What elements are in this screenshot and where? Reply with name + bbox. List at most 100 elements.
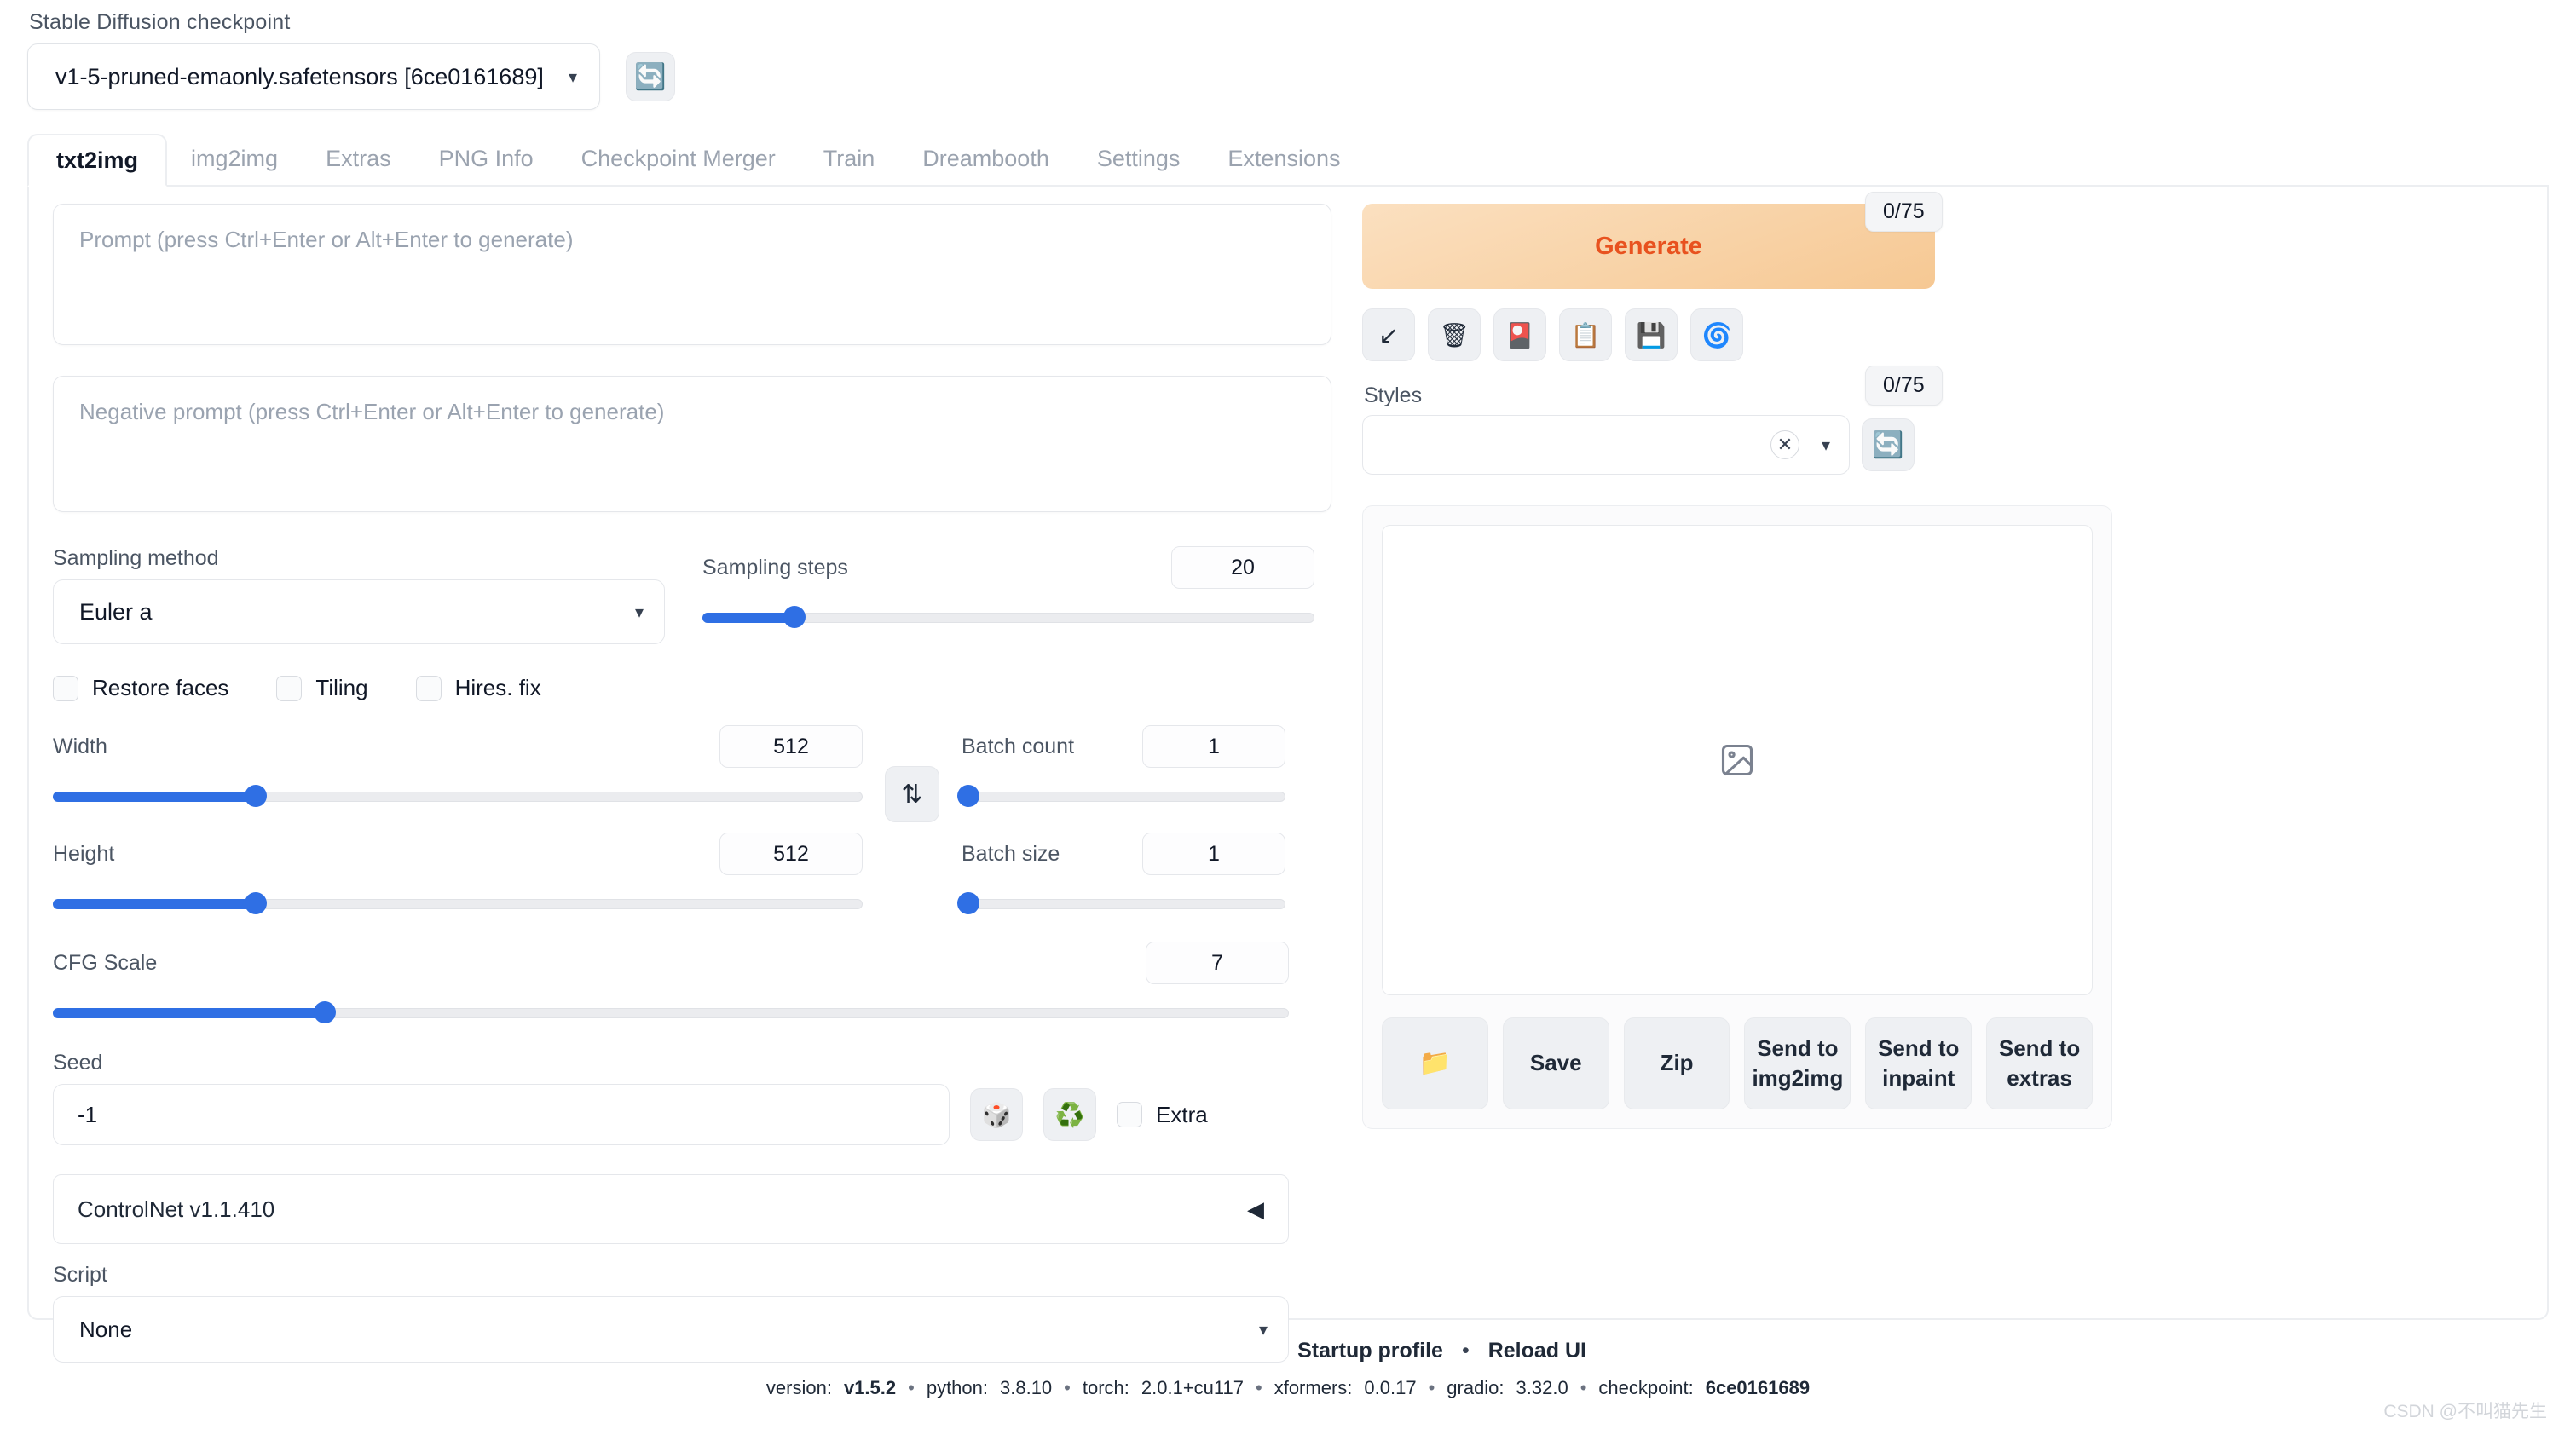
restore-faces-checkbox[interactable]: Restore faces — [53, 675, 228, 701]
version-key: version: — [765, 1377, 832, 1398]
tab-dreambooth[interactable]: Dreambooth — [898, 132, 1073, 185]
save-button[interactable]: Save — [1502, 1017, 1609, 1109]
save-style-button[interactable]: 💾 — [1625, 308, 1678, 361]
batch-count-slider[interactable] — [956, 785, 1285, 807]
send-to-extras-button[interactable]: Send to extras — [1986, 1017, 2093, 1109]
cfg-scale-value[interactable]: 7 — [1146, 942, 1289, 984]
generate-button[interactable]: Generate — [1362, 204, 1935, 289]
footer-version-info: version: v1.5.2 • python: 3.8.10 • torch: 2… — [27, 1377, 2549, 1399]
slider-track — [962, 792, 1285, 802]
refresh-styles-button[interactable]: 🔄 — [1862, 418, 1915, 471]
batch-size-value[interactable]: 1 — [1142, 833, 1285, 875]
chevron-down-icon: ▾ — [1258, 1320, 1268, 1340]
negative-prompt-input[interactable]: Negative prompt (press Ctrl+Enter or Alt… — [53, 376, 1331, 512]
send-to-inpaint-button[interactable]: Send to inpaint — [1865, 1017, 1972, 1109]
left-column: Prompt (press Ctrl+Enter or Alt+Enter to… — [53, 192, 1943, 1363]
apply-style-button[interactable]: 📋 — [1559, 308, 1612, 361]
width-slider[interactable] — [53, 785, 863, 807]
batch-count-label: Batch count — [962, 734, 1075, 758]
swap-arrows-icon: ⇅ — [901, 780, 923, 809]
controlnet-title: ControlNet v1.1.410 — [78, 1196, 275, 1222]
seed-row: -1 🎲 ♻️ Extra — [53, 1084, 1338, 1145]
tab-train[interactable]: Train — [800, 132, 899, 185]
clear-styles-icon[interactable]: ✕ — [1770, 430, 1799, 459]
batch-count-value[interactable]: 1 — [1142, 725, 1285, 768]
output-panel: 📁 Save Zip Send to img2img Send to inpai… — [1362, 505, 2112, 1129]
batch-size-group: Batch size 1 — [956, 833, 1285, 914]
script-select[interactable]: None ▾ — [53, 1296, 1289, 1363]
collapse-arrow-icon: ◀ — [1247, 1196, 1264, 1222]
separator-dot: • — [1256, 1377, 1262, 1398]
tab-extras[interactable]: Extras — [302, 132, 415, 185]
checkpoint-section: Stable Diffusion checkpoint v1-5-pruned-… — [27, 0, 2549, 110]
cfg-scale-slider[interactable] — [53, 1001, 1289, 1023]
slider-track — [962, 899, 1285, 909]
checkbox-box[interactable] — [53, 675, 78, 701]
tab-checkpoint-merger[interactable]: Checkpoint Merger — [557, 132, 800, 185]
restore-faces-label: Restore faces — [92, 675, 229, 700]
width-value[interactable]: 512 — [719, 725, 863, 768]
checkpoint-controls: v1-5-pruned-emaonly.safetensors [6ce0161… — [27, 43, 2549, 110]
slider-knob[interactable] — [244, 785, 267, 807]
spiral-refresh-button[interactable]: 🌀 — [1690, 308, 1743, 361]
slider-knob[interactable] — [314, 1001, 336, 1023]
extra-seed-checkbox[interactable]: Extra — [1117, 1102, 1208, 1128]
tab-extensions[interactable]: Extensions — [1204, 132, 1364, 185]
hires-fix-checkbox[interactable]: Hires. fix — [415, 675, 541, 701]
open-folder-button[interactable]: 📁 — [1382, 1017, 1488, 1109]
slider-knob[interactable] — [244, 892, 267, 914]
slider-knob[interactable] — [956, 785, 979, 807]
tiling-label: Tiling — [315, 675, 368, 700]
floppy-disk-icon: 💾 — [1636, 321, 1666, 349]
toggles-row: Restore faces Tiling Hires. fix — [53, 675, 1338, 701]
tiling-checkbox[interactable]: Tiling — [276, 675, 368, 701]
zip-button[interactable]: Zip — [1623, 1017, 1730, 1109]
sampling-method-label: Sampling method — [53, 546, 219, 570]
tab-png-info[interactable]: PNG Info — [415, 132, 557, 185]
sampling-steps-label: Sampling steps — [702, 555, 848, 579]
card-icon: 🎴 — [1505, 321, 1535, 349]
tab-txt2img[interactable]: txt2img — [27, 134, 168, 187]
refresh-checkpoint-button[interactable]: 🔄 — [626, 52, 675, 101]
reuse-seed-button[interactable]: ♻️ — [1043, 1088, 1096, 1141]
prompt-input[interactable]: Prompt (press Ctrl+Enter or Alt+Enter to… — [53, 204, 1331, 345]
sampling-steps-value[interactable]: 20 — [1171, 546, 1314, 589]
slider-knob[interactable] — [956, 892, 979, 914]
height-slider[interactable] — [53, 892, 863, 914]
clipboard-icon: 📋 — [1570, 321, 1601, 349]
dice-icon: 🎲 — [981, 1101, 1012, 1128]
checkbox-box[interactable] — [276, 675, 303, 701]
height-value[interactable]: 512 — [719, 833, 863, 875]
sampling-steps-slider[interactable] — [702, 606, 1314, 628]
controlnet-accordion[interactable]: ControlNet v1.1.410 ◀ — [53, 1174, 1289, 1244]
seed-label: Seed — [53, 1051, 103, 1075]
random-seed-button[interactable]: 🎲 — [970, 1088, 1023, 1141]
clear-prompt-button[interactable]: 🗑 — [1428, 308, 1481, 361]
batch-size-slider[interactable] — [956, 892, 1285, 914]
seed-input[interactable]: -1 — [53, 1084, 950, 1145]
sampling-method-group: Sampling method Euler a ▾ — [53, 546, 684, 644]
swap-width-height-button[interactable]: ⇅ — [885, 766, 939, 822]
trash-icon: 🗑 — [1439, 321, 1470, 349]
checkpoint-key: checkpoint: — [1598, 1377, 1694, 1398]
output-gallery[interactable] — [1382, 525, 2093, 995]
tab-settings[interactable]: Settings — [1073, 132, 1204, 185]
checkbox-box[interactable] — [415, 675, 442, 701]
styles-row: ✕ ▾ 🔄 — [1362, 415, 2112, 475]
styles-select[interactable]: ✕ ▾ — [1362, 415, 1850, 475]
height-label: Height — [53, 841, 115, 866]
width-height-group: Width 512 Height 512 — [53, 725, 863, 914]
refresh-icon: 🔄 — [634, 62, 667, 91]
negative-prompt-token-counter: 0/75 — [1865, 366, 1943, 406]
send-to-img2img-button[interactable]: Send to img2img — [1744, 1017, 1851, 1109]
main-tab-bar: txt2img img2img Extras PNG Info Checkpoi… — [27, 134, 2549, 187]
slider-fill — [53, 792, 256, 802]
slider-knob[interactable] — [783, 606, 806, 628]
slider-fill — [702, 613, 794, 623]
restore-progress-button[interactable]: ↙ — [1362, 308, 1415, 361]
extra-networks-button[interactable]: 🎴 — [1493, 308, 1546, 361]
tab-img2img[interactable]: img2img — [167, 132, 302, 185]
sampling-method-select[interactable]: Euler a ▾ — [53, 579, 665, 644]
checkpoint-select[interactable]: v1-5-pruned-emaonly.safetensors [6ce0161… — [27, 43, 600, 110]
checkbox-box[interactable] — [1117, 1102, 1142, 1127]
